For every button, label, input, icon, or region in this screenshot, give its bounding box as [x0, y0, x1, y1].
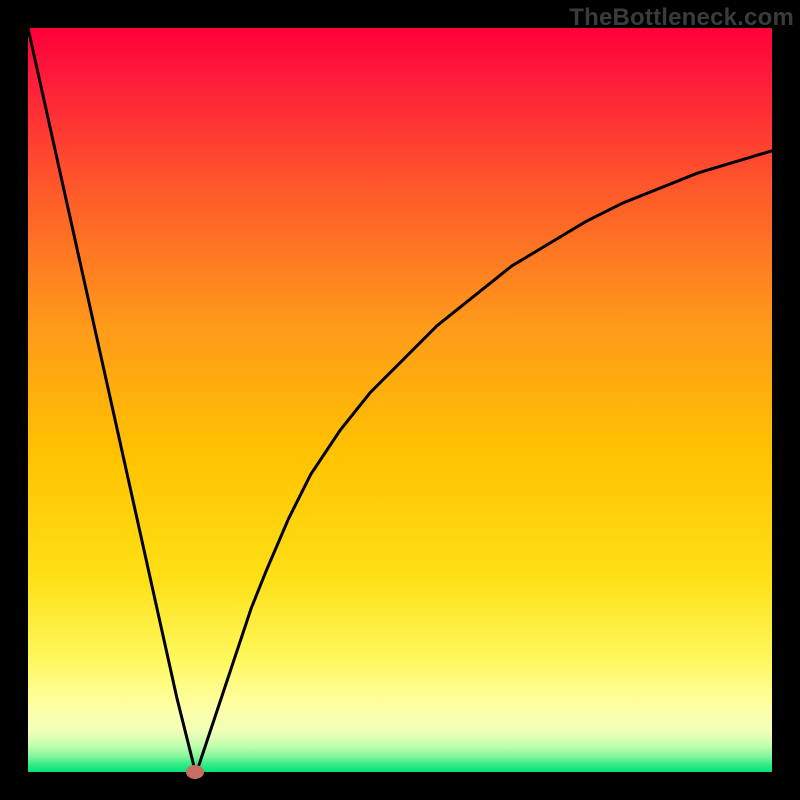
minimum-marker — [186, 765, 204, 779]
bottleneck-plot-svg — [28, 28, 772, 772]
gradient-background — [28, 28, 772, 772]
plot-area — [28, 28, 772, 772]
watermark-text: TheBottleneck.com — [569, 4, 794, 32]
chart-frame: TheBottleneck.com — [0, 0, 800, 800]
